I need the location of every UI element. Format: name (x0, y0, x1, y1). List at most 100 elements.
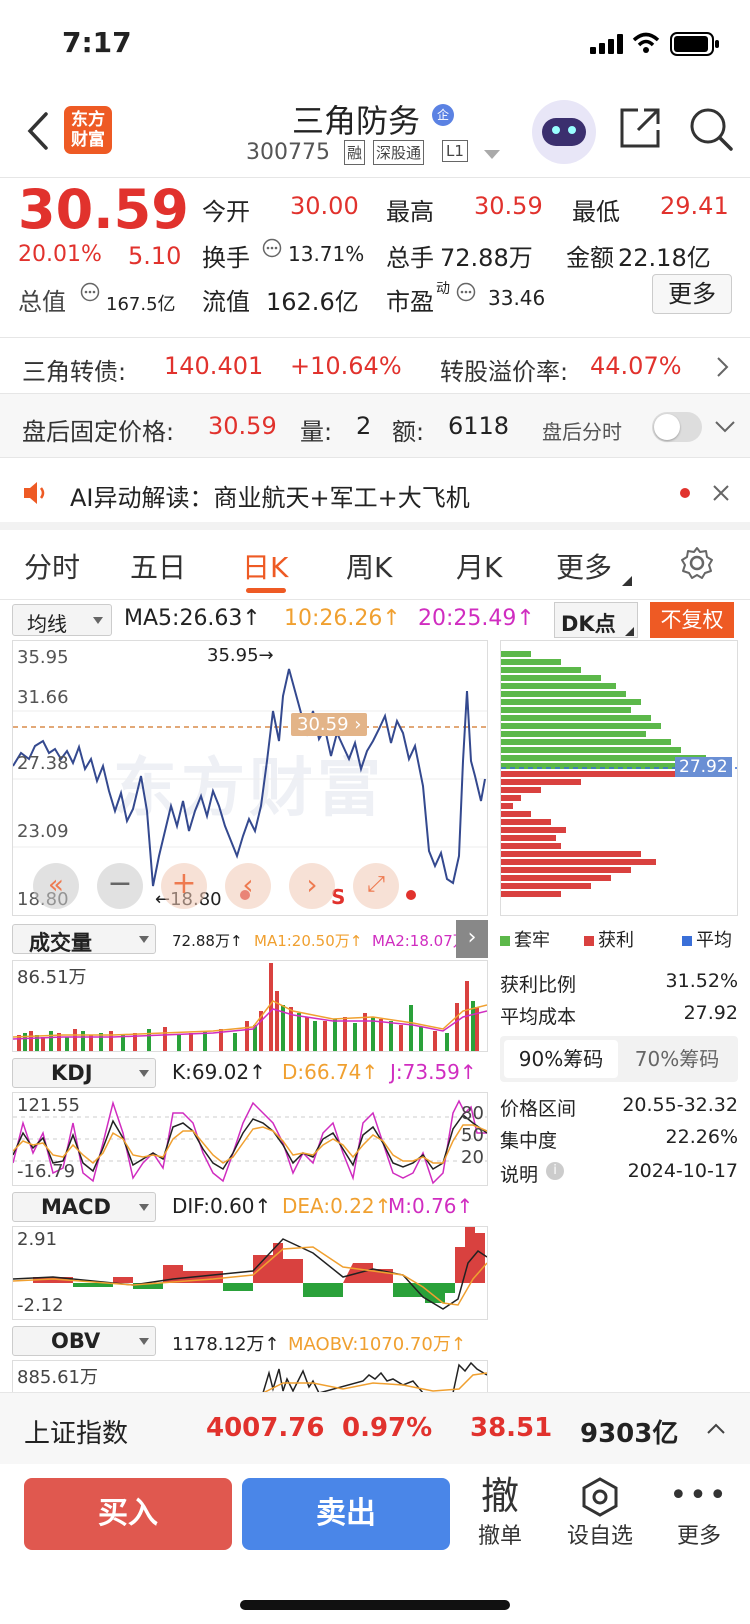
ai-banner[interactable]: AI异动解读：商业航天+军工+大飞机 (0, 458, 750, 530)
chevron-down-icon[interactable] (714, 420, 736, 434)
volume-label: 总手 (386, 244, 434, 272)
obv-y-top: 885.61万 (17, 1367, 98, 1388)
volume-value: 72.88万 (440, 244, 533, 272)
concentration-label: 集中度 (500, 1130, 558, 1152)
share-icon[interactable] (618, 106, 662, 150)
tab-zhouk[interactable]: 周K (346, 546, 392, 586)
stock-header: 东方 财富 三角防务 企 300775 融 深股通 L1 (0, 90, 750, 178)
info-icon[interactable] (80, 282, 100, 302)
more-actions-button[interactable]: ••• 更多 (664, 1474, 734, 1554)
next-button[interactable]: › (289, 863, 335, 909)
buy-button[interactable]: 买入 (24, 1478, 232, 1550)
kdj-y-bottom: -16.79 (17, 1161, 76, 1182)
pe-label: 市盈 (386, 288, 434, 316)
wifi-icon (632, 32, 660, 53)
macd-y-bottom: -2.12 (17, 1295, 64, 1316)
index-amount: 9303亿 (580, 1419, 679, 1449)
kdj-select[interactable]: KDJ (12, 1058, 156, 1088)
adjust-button[interactable]: 不复权 (650, 602, 734, 638)
tab-more[interactable]: 更多 (556, 546, 612, 586)
chip-panel-expand-button[interactable]: › (456, 920, 488, 958)
tab-chip-90[interactable]: 90%筹码 (504, 1040, 618, 1078)
kline-chart[interactable]: 东方财富 35.95 31.66 27.38 23.09 18.80 35.95… (12, 640, 488, 916)
cancel-order-button[interactable]: 撤 撤单 (470, 1474, 530, 1554)
tab-wuri[interactable]: 五日 (130, 546, 186, 586)
add-watchlist-button[interactable]: 设自选 (560, 1474, 640, 1554)
after-hours-row: 盘后固定价格: 30.59 量: 2 额: 6118 盘后分时 (0, 394, 750, 458)
gear-icon[interactable] (680, 546, 714, 580)
high-value: 30.59 (474, 192, 543, 220)
prev-button[interactable]: ‹ (225, 863, 271, 909)
tab-rik[interactable]: 日K (242, 546, 288, 586)
cb-premium-label: 转股溢价率: (440, 358, 569, 386)
tab-fenshi[interactable]: 分时 (24, 546, 80, 586)
zoom-out-button[interactable]: − (97, 863, 143, 909)
obv-maobv: MAOBV:1070.70万↑ (288, 1334, 466, 1355)
more-label: 更多 (676, 1524, 721, 1549)
logo-line1: 东方 (71, 110, 105, 130)
badge-rong: 融 (344, 140, 366, 165)
dk-button-label: DK点 (561, 612, 616, 636)
macd-select[interactable]: MACD (12, 1192, 156, 1222)
cancel-label: 撤单 (477, 1524, 522, 1549)
ma20-value: 20:25.49↑ (418, 606, 535, 631)
tab-chip-70[interactable]: 70%筹码 (620, 1040, 734, 1078)
caret-down-icon (93, 617, 103, 624)
y-label-4: 23.09 (17, 821, 69, 842)
pe-sup: 动 (436, 281, 450, 297)
app-logo: 东方 财富 (64, 106, 112, 154)
y-label-3: 27.38 (17, 753, 69, 774)
cancel-icon: 撤 (480, 1474, 519, 1518)
kdj-select-label: KDJ (51, 1061, 93, 1085)
more-dots-icon: ••• (669, 1478, 729, 1513)
info-icon[interactable]: i (546, 1162, 564, 1180)
caret-down-icon (139, 936, 149, 943)
dk-button[interactable]: DK点 (554, 602, 638, 638)
signal-icon (590, 34, 623, 54)
chevron-up-icon[interactable] (706, 1423, 726, 1435)
volume-select[interactable]: 成交量 (12, 924, 156, 955)
robot-avatar[interactable] (532, 100, 596, 164)
zoom-in-button[interactable]: + (161, 863, 207, 909)
tab-active-underline (246, 588, 286, 593)
chevron-right-icon (717, 357, 729, 377)
indicator-select[interactable]: 均线 (12, 604, 112, 636)
scroll-left-button[interactable]: « (33, 863, 79, 909)
avg-cost-value: 27.92 (683, 1002, 738, 1024)
fullscreen-button[interactable]: ⤢ (353, 863, 399, 909)
ma-bar: 均线 MA5:26.63↑ 10:26.26↑ 20:25.49↑ DK点 不复… (0, 600, 750, 640)
index-bar[interactable]: 上证指数 4007.76 0.97% 38.51 9303亿 (0, 1392, 750, 1464)
ah-amt-label: 额: (392, 418, 425, 446)
current-price-text: 30.59 (297, 714, 349, 735)
legend-trapped-label: 套牢 (514, 930, 550, 951)
back-icon[interactable] (24, 110, 50, 152)
more-quote-button[interactable]: 更多 (652, 274, 732, 314)
volume-chart: 86.51万 (12, 960, 488, 1052)
info-icon[interactable] (262, 238, 282, 258)
macd-bars (13, 1227, 487, 1310)
index-pct: 0.97% (342, 1413, 433, 1443)
range-value: 20.55-32.32 (622, 1094, 738, 1116)
index-change: 38.51 (470, 1413, 553, 1443)
sell-button[interactable]: 卖出 (242, 1478, 450, 1550)
obv-select[interactable]: OBV (12, 1326, 156, 1356)
convertible-bond-row[interactable]: 三角转债: 140.401 +10.64% 转股溢价率: 44.07% (0, 338, 750, 394)
chart-period-tabs: 分时 五日 日K 周K 月K 更多 (0, 530, 750, 600)
y-label-1: 35.95 (17, 647, 69, 668)
dropdown-icon[interactable] (484, 150, 500, 160)
stock-name[interactable]: 三角防务 (292, 96, 420, 142)
tab-yuek[interactable]: 月K (456, 546, 502, 586)
ah-price-label: 盘后固定价格: (22, 418, 175, 446)
home-indicator (240, 1600, 510, 1610)
kdj-r50: 50 (461, 1125, 484, 1146)
close-icon[interactable] (712, 484, 730, 502)
after-hours-toggle[interactable] (652, 412, 702, 442)
search-icon[interactable] (688, 106, 734, 152)
turnover-label: 换手 (202, 244, 250, 272)
volume-value: 72.88万↑ (172, 932, 243, 950)
chip-tabs: 90%筹码 70%筹码 (500, 1036, 738, 1082)
concentration-value: 22.26% (665, 1126, 738, 1148)
info-icon[interactable] (456, 282, 476, 302)
cb-premium: 44.07% (590, 352, 682, 380)
ah-vol: 2 (356, 412, 372, 440)
